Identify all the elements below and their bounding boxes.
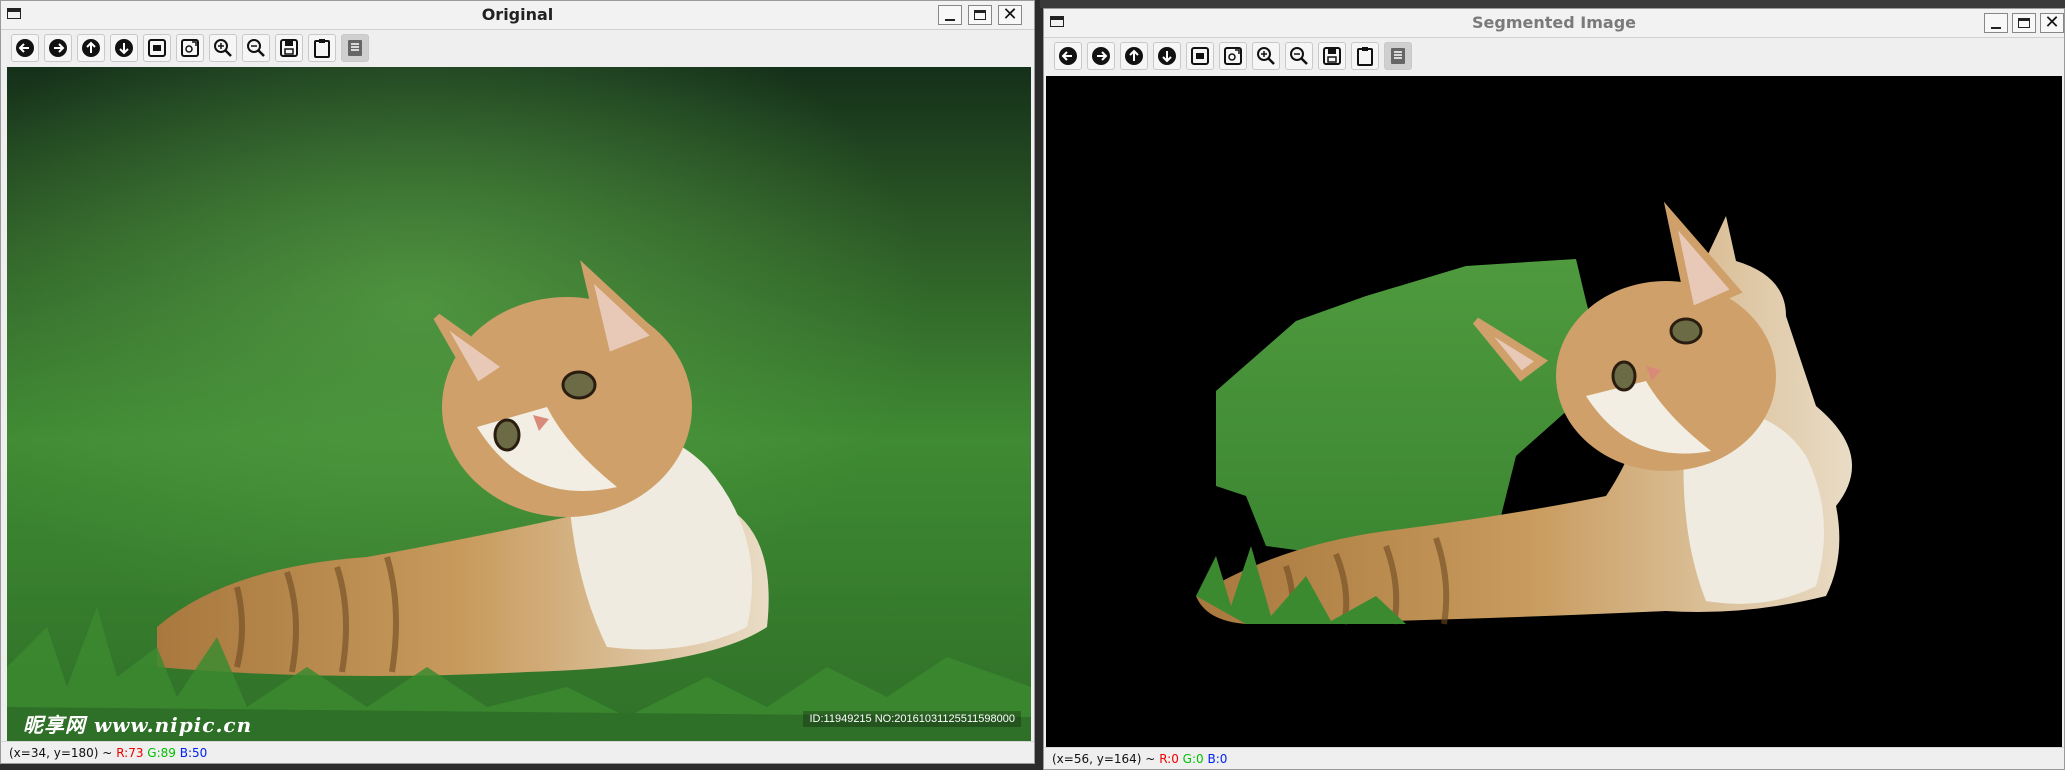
- pixel-red: R:0: [1159, 752, 1179, 766]
- save-icon: [280, 39, 298, 57]
- title-bar[interactable]: Segmented Image ✕: [1044, 9, 2064, 38]
- window-title: Original: [481, 5, 554, 24]
- pan-up-button[interactable]: [77, 34, 105, 62]
- zoom-out-icon: [247, 39, 265, 57]
- zoom-fit-button[interactable]: [1186, 42, 1214, 70]
- watermark-id: ID:11949215 NO:20161031125511598000: [803, 711, 1021, 727]
- properties-icon: [348, 40, 362, 56]
- pan-up-icon: [82, 39, 100, 57]
- zoom-in-button[interactable]: [209, 34, 237, 62]
- minimize-button[interactable]: [1984, 13, 2008, 33]
- close-button[interactable]: ✕: [2040, 13, 2064, 33]
- pan-right-icon: [49, 39, 67, 57]
- zoom-fit-icon: [1191, 47, 1209, 65]
- pan-left-icon: [1059, 47, 1077, 65]
- save-icon: [1323, 47, 1341, 65]
- cursor-coords: (x=34, y=180) ~: [9, 746, 113, 760]
- minimize-icon: [945, 18, 955, 21]
- pan-down-icon: [1158, 47, 1176, 65]
- kitten-photo: [7, 67, 1031, 743]
- pan-up-icon: [1125, 47, 1143, 65]
- pan-left-icon: [16, 39, 34, 57]
- pan-right-button[interactable]: [44, 34, 72, 62]
- zoom-original-icon: [1224, 47, 1242, 65]
- pixel-blue: B:50: [179, 746, 208, 760]
- pixel-green: G:0: [1182, 752, 1204, 766]
- copy-to-clipboard-icon: [1357, 47, 1373, 66]
- status-bar: (x=56, y=164) ~ R:0 G:0 B:0: [1044, 747, 2064, 769]
- zoom-original-button[interactable]: [1219, 42, 1247, 70]
- status-bar: (x=34, y=180) ~ R:73 G:89 B:50: [1, 741, 1034, 763]
- zoom-original-button[interactable]: [176, 34, 204, 62]
- title-bar[interactable]: Original ✕: [1, 1, 1034, 30]
- pixel-green: G:89: [147, 746, 176, 760]
- maximize-icon: [2018, 18, 2030, 28]
- pan-down-button[interactable]: [110, 34, 138, 62]
- pan-right-button[interactable]: [1087, 42, 1115, 70]
- pan-up-button[interactable]: [1120, 42, 1148, 70]
- zoom-fit-button[interactable]: [143, 34, 171, 62]
- original-window: Original ✕ 昵享网 www.nipic.cn ID:11949215 …: [0, 0, 1035, 764]
- pixel-blue: B:0: [1207, 752, 1228, 766]
- close-icon: ✕: [1002, 4, 1018, 25]
- pan-down-icon: [115, 39, 133, 57]
- minimize-icon: [1991, 26, 2001, 29]
- zoom-out-button[interactable]: [242, 34, 270, 62]
- segmented-window: Segmented Image ✕ (x=56, y=164) ~ R:0 G:…: [1043, 8, 2065, 770]
- minimize-button[interactable]: [938, 5, 962, 25]
- properties-button[interactable]: [1384, 42, 1412, 70]
- zoom-in-button[interactable]: [1252, 42, 1280, 70]
- window-title: Segmented Image: [1472, 13, 1636, 32]
- close-button[interactable]: ✕: [998, 5, 1022, 25]
- pan-right-icon: [1092, 47, 1110, 65]
- copy-to-clipboard-button[interactable]: [308, 34, 336, 62]
- maximize-button[interactable]: [2012, 13, 2036, 33]
- original-image-canvas[interactable]: 昵享网 www.nipic.cn ID:11949215 NO:20161031…: [7, 67, 1031, 743]
- watermark-logo: 昵享网 www.nipic.cn: [23, 713, 253, 737]
- image-toolbar: [1054, 42, 1412, 70]
- zoom-out-button[interactable]: [1285, 42, 1313, 70]
- segmented-kitten: [1046, 76, 2062, 748]
- properties-button[interactable]: [341, 34, 369, 62]
- properties-icon: [1391, 48, 1405, 64]
- copy-to-clipboard-button[interactable]: [1351, 42, 1379, 70]
- zoom-original-icon: [181, 39, 199, 57]
- zoom-out-icon: [1290, 47, 1308, 65]
- zoom-fit-icon: [148, 39, 166, 57]
- desktop-background: [1040, 0, 2065, 8]
- save-button[interactable]: [275, 34, 303, 62]
- maximize-icon: [974, 10, 986, 20]
- cursor-coords: (x=56, y=164) ~: [1052, 752, 1156, 766]
- pan-left-button[interactable]: [1054, 42, 1082, 70]
- pixel-red: R:73: [116, 746, 144, 760]
- zoom-in-icon: [214, 39, 232, 57]
- segmented-image-canvas[interactable]: [1046, 76, 2062, 748]
- image-toolbar: [11, 34, 369, 62]
- save-button[interactable]: [1318, 42, 1346, 70]
- pan-down-button[interactable]: [1153, 42, 1181, 70]
- close-icon: ✕: [2044, 12, 2060, 33]
- pan-left-button[interactable]: [11, 34, 39, 62]
- copy-to-clipboard-icon: [314, 39, 330, 58]
- zoom-in-icon: [1257, 47, 1275, 65]
- maximize-button[interactable]: [968, 5, 992, 25]
